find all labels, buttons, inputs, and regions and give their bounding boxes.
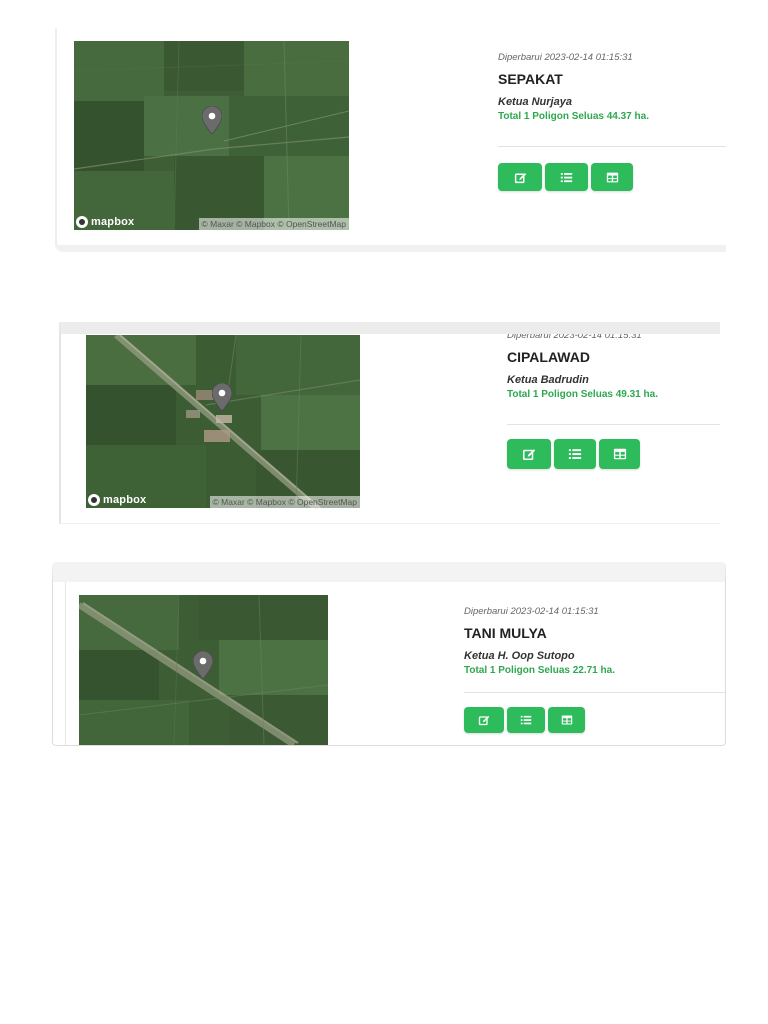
table-button[interactable] — [599, 439, 640, 469]
farmer-group-card: mapbox © Maxar © Mapbox © OpenStreetMap … — [55, 28, 726, 252]
polygon-area-total: Total 1 Poligon Seluas 44.37 ha. — [498, 111, 649, 122]
table-icon — [561, 714, 573, 726]
location-pin-icon[interactable] — [202, 106, 222, 134]
divider — [507, 424, 720, 425]
satellite-map[interactable] — [79, 595, 328, 745]
divider — [464, 692, 725, 693]
location-pin-icon[interactable] — [193, 651, 213, 679]
group-name: TANI MULYA — [464, 625, 547, 641]
action-buttons — [464, 707, 585, 733]
mapbox-logo-text: mapbox — [103, 494, 147, 506]
farmer-group-card: mapbox © Maxar © Mapbox © OpenStreetMap … — [59, 322, 720, 524]
map-attribution[interactable]: © Maxar © Mapbox © OpenStreetMap — [198, 218, 349, 230]
group-chief: Ketua Badrudin — [507, 374, 589, 386]
table-button[interactable] — [591, 163, 633, 191]
action-buttons — [507, 439, 640, 469]
group-chief: Ketua H. Oop Sutopo — [464, 650, 575, 662]
satellite-imagery — [86, 335, 360, 508]
scroll-indicator — [59, 322, 135, 334]
satellite-map[interactable]: mapbox © Maxar © Mapbox © OpenStreetMap — [86, 335, 360, 508]
edit-button[interactable] — [507, 439, 551, 469]
mapbox-logo-text: mapbox — [91, 216, 135, 228]
card-inner-border — [65, 582, 66, 745]
map-attribution[interactable]: © Maxar © Mapbox © OpenStreetMap — [209, 496, 360, 508]
edit-icon — [478, 714, 490, 726]
list-icon — [568, 447, 582, 461]
list-button[interactable] — [507, 707, 545, 733]
edit-icon — [522, 447, 536, 461]
mapbox-logo[interactable]: mapbox — [76, 216, 134, 228]
satellite-imagery — [74, 41, 349, 230]
group-chief: Ketua Nurjaya — [498, 96, 572, 108]
edit-button[interactable] — [464, 707, 504, 733]
table-button[interactable] — [548, 707, 585, 733]
farmer-group-card: Diperbarui 2023-02-14 01:15:31 TANI MULY… — [52, 562, 726, 746]
list-icon — [560, 171, 573, 184]
group-name: CIPALAWAD — [507, 349, 590, 365]
polygon-area-total: Total 1 Poligon Seluas 22.71 ha. — [464, 665, 615, 676]
updated-timestamp: Diperbarui 2023-02-14 01:15:31 — [464, 606, 599, 617]
divider — [498, 146, 726, 147]
list-icon — [520, 714, 532, 726]
table-icon — [606, 171, 619, 184]
group-name: SEPAKAT — [498, 71, 563, 87]
updated-timestamp: Diperbarui 2023-02-14 01:15:31 — [507, 330, 642, 341]
list-button[interactable] — [545, 163, 588, 191]
satellite-map[interactable]: mapbox © Maxar © Mapbox © OpenStreetMap — [74, 41, 349, 230]
list-button[interactable] — [554, 439, 596, 469]
updated-timestamp: Diperbarui 2023-02-14 01:15:31 — [498, 52, 633, 63]
mapbox-logo-icon — [76, 216, 88, 228]
polygon-area-total: Total 1 Poligon Seluas 49.31 ha. — [507, 389, 658, 400]
edit-button[interactable] — [498, 163, 542, 191]
action-buttons — [498, 163, 633, 191]
location-pin-icon[interactable] — [212, 383, 232, 411]
edit-icon — [514, 171, 527, 184]
mapbox-logo[interactable]: mapbox — [88, 494, 146, 506]
mapbox-logo-icon — [88, 494, 100, 506]
table-icon — [613, 447, 627, 461]
